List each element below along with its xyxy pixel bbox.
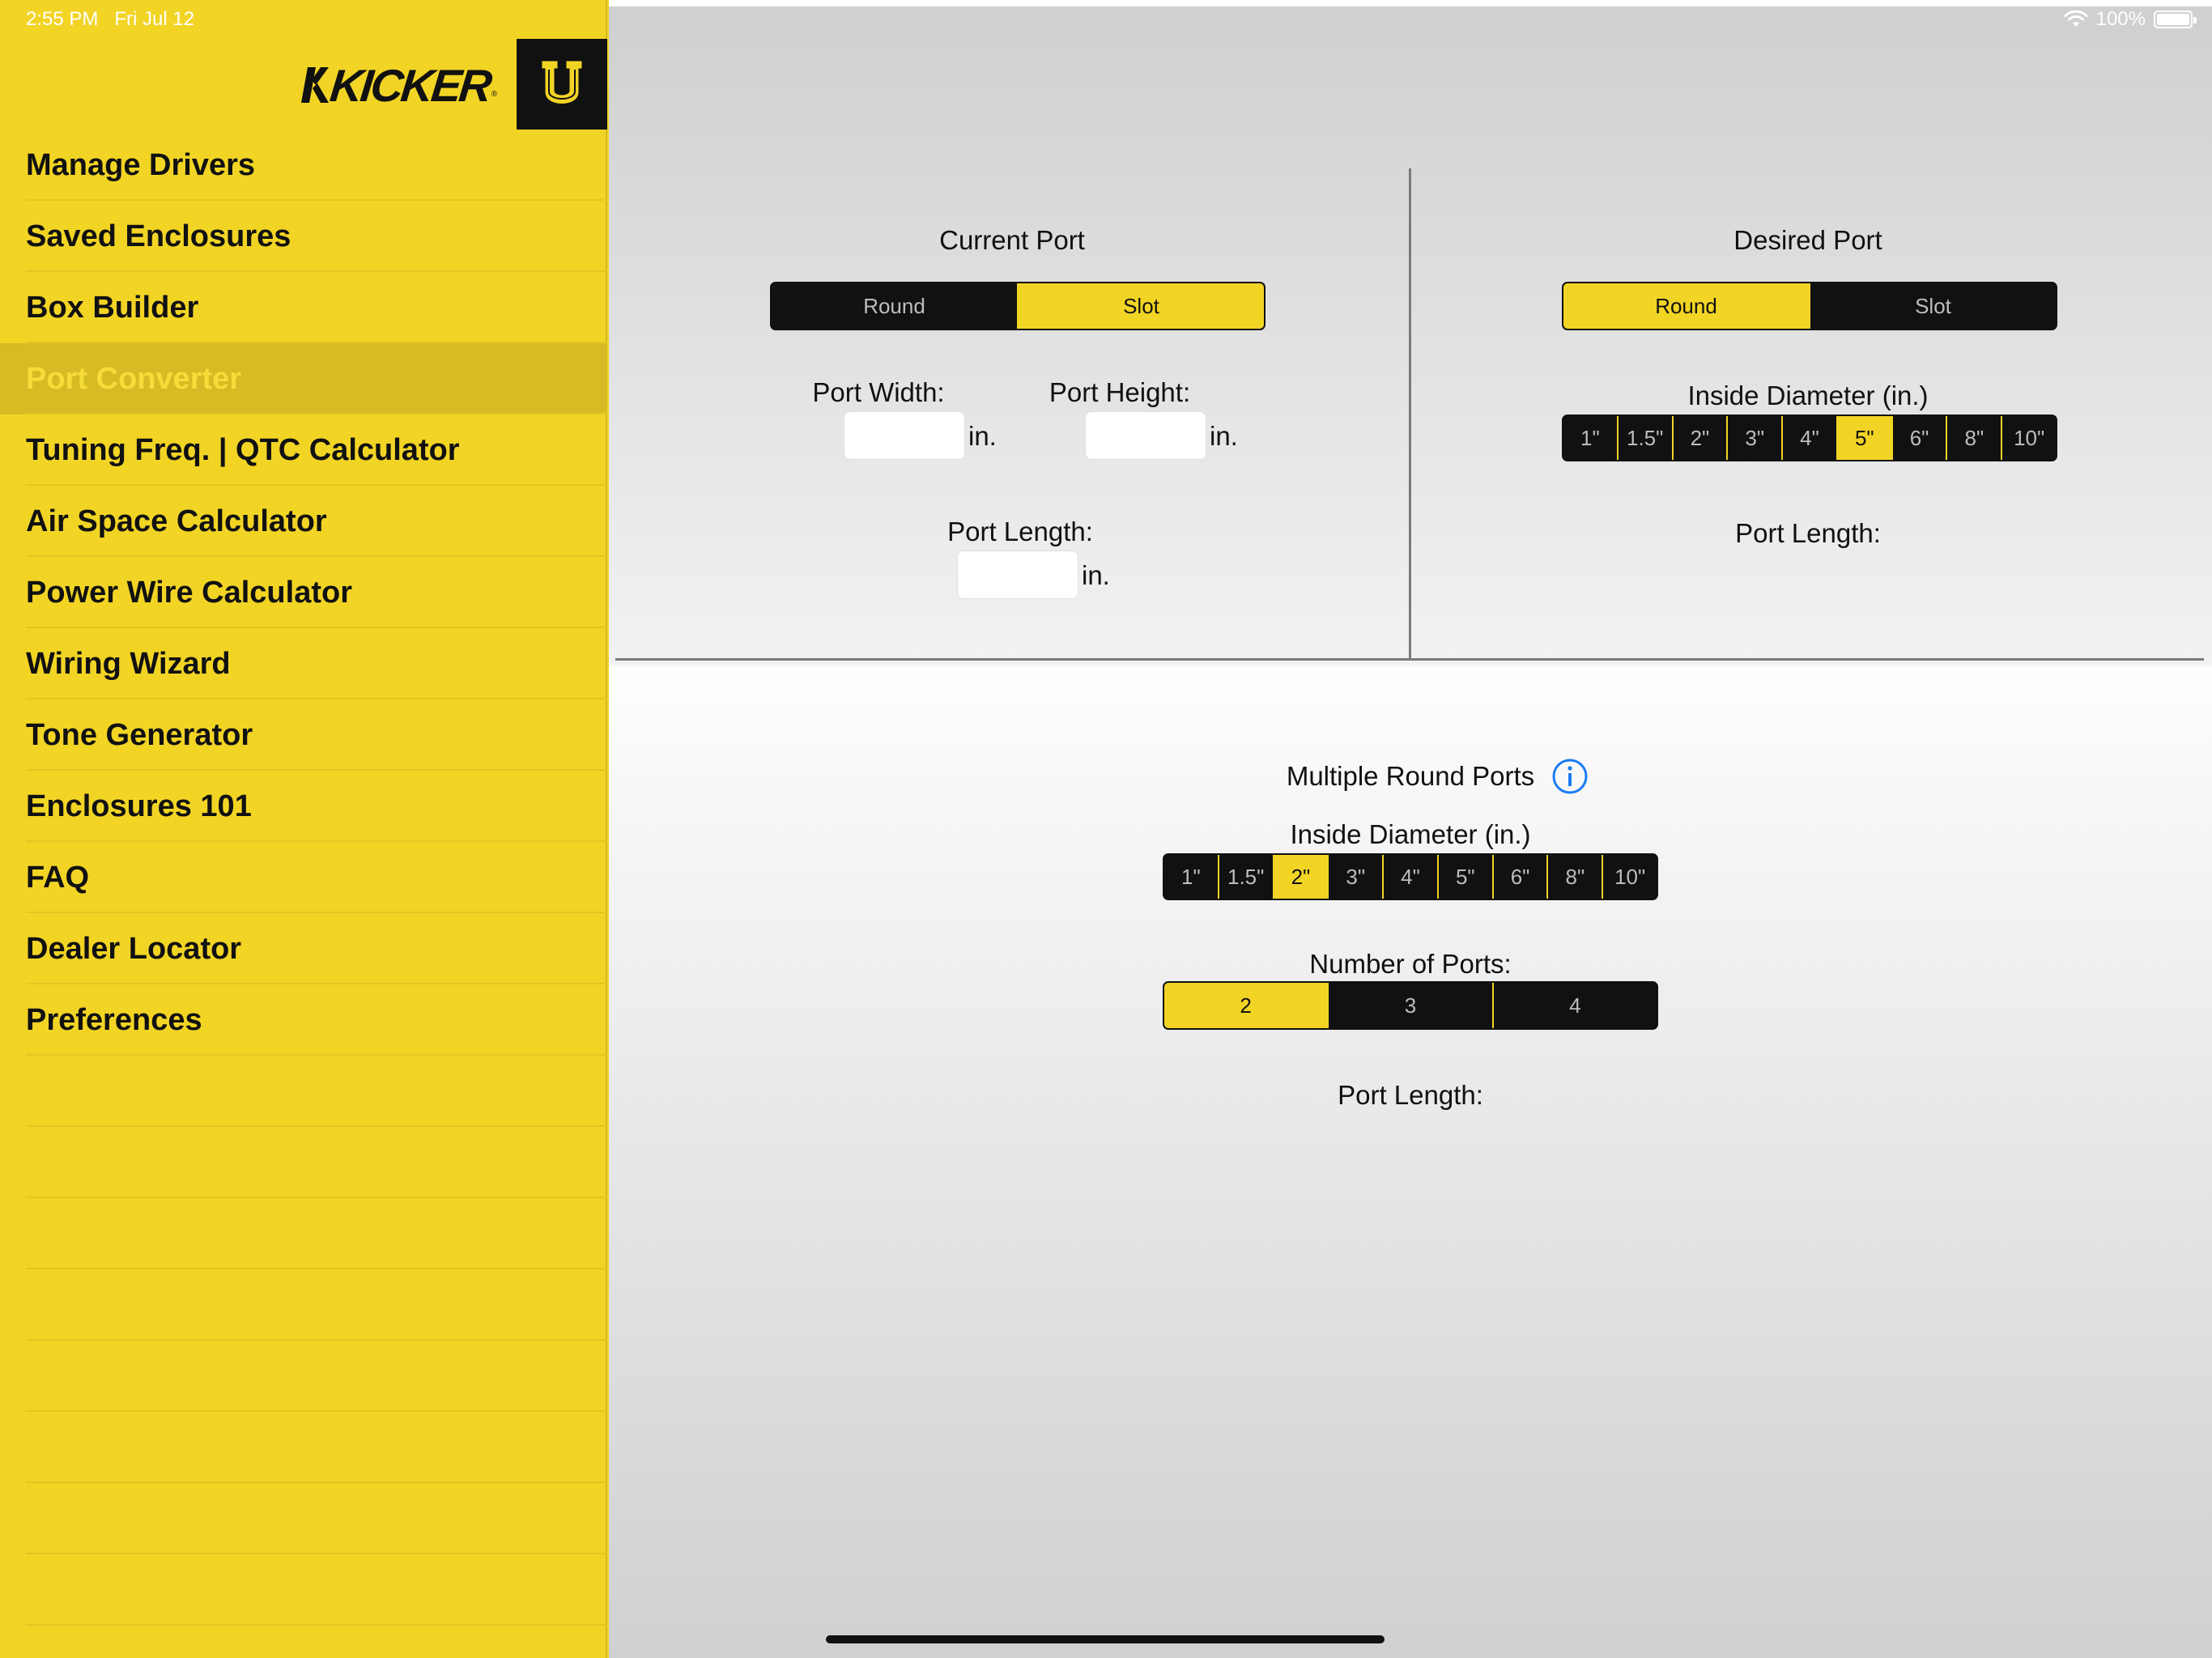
desired-diameter-3[interactable]: 3" [1726, 416, 1781, 460]
multiple-diameter-1-5[interactable]: 1.5" [1217, 855, 1273, 899]
port-width-unit: in. [968, 421, 997, 451]
sidebar-empty-row [0, 1127, 607, 1198]
kicker-logo: KICKER ® [301, 59, 498, 111]
desired-port-length-label: Port Length: [1735, 518, 1881, 548]
multiple-diameter-label: Inside Diameter (in.) [1290, 819, 1531, 849]
kicker-mark-icon [301, 67, 329, 103]
sidebar-item-preferences[interactable]: Preferences [0, 984, 607, 1056]
status-date: Fri Jul 12 [114, 8, 195, 30]
desired-diameter-5[interactable]: 5" [1836, 416, 1891, 460]
sidebar-empty-row [0, 1269, 607, 1341]
panel-divider-horizontal [615, 658, 2204, 661]
sidebar-item-manage-drivers[interactable]: Manage Drivers [0, 130, 607, 201]
registered-mark: ® [491, 90, 498, 99]
port-width-input[interactable] [844, 411, 965, 460]
u-badge-icon [542, 61, 582, 104]
sidebar-item-faq[interactable]: FAQ [0, 842, 607, 913]
sidebar-item-port-converter[interactable]: Port Converter [0, 343, 607, 414]
sidebar-item-air-space-calculator[interactable]: Air Space Calculator [0, 486, 607, 557]
multiple-diameter-3[interactable]: 3" [1327, 855, 1382, 899]
kicker-logo-text: KICKER [327, 59, 492, 111]
multiple-diameter-5[interactable]: 5" [1436, 855, 1492, 899]
sidebar-empty-row [0, 1554, 607, 1626]
desired-port-type-segmented: Round Slot [1562, 282, 2057, 330]
desired-diameter-10[interactable]: 10" [2001, 416, 2056, 460]
sidebar-empty-row [0, 1341, 607, 1412]
sidebar-item-power-wire-calculator[interactable]: Power Wire Calculator [0, 557, 607, 628]
desired-diameter-label: Inside Diameter (in.) [1687, 380, 1929, 410]
battery-icon [2154, 11, 2197, 28]
desired-port-title: Desired Port [1733, 225, 1882, 255]
status-bar-left: 2:55 PM Fri Jul 12 [26, 8, 194, 31]
current-port-type-segmented: Round Slot [770, 282, 1266, 330]
multiple-diameter-6[interactable]: 6" [1491, 855, 1547, 899]
port-height-label: Port Height: [1049, 377, 1191, 407]
top-strip [609, 0, 2212, 6]
sidebar-item-saved-enclosures[interactable]: Saved Enclosures [0, 201, 607, 272]
sidebar-empty-row [0, 1056, 607, 1127]
number-of-ports-label: Number of Ports: [1309, 949, 1512, 979]
desired-port-type-round[interactable]: Round [1563, 283, 1809, 329]
desired-diameter-2[interactable]: 2" [1671, 416, 1727, 460]
ports-count-4[interactable]: 4 [1491, 983, 1657, 1028]
university-badge[interactable] [517, 39, 607, 130]
port-length-input[interactable] [957, 551, 1078, 599]
wifi-icon [2064, 11, 2088, 27]
number-of-ports-segmented: 2 3 4 [1163, 981, 1658, 1030]
desired-diameter-6[interactable]: 6" [1891, 416, 1946, 460]
sidebar-empty-row [0, 1483, 607, 1554]
sidebar-empty-row [0, 1412, 607, 1483]
desired-port-type-slot[interactable]: Slot [1809, 283, 2056, 329]
multiple-diameter-8[interactable]: 8" [1546, 855, 1602, 899]
multiple-port-length-label: Port Length: [1338, 1080, 1483, 1110]
desired-diameter-8[interactable]: 8" [1946, 416, 2001, 460]
sidebar-item-box-builder[interactable]: Box Builder [0, 272, 607, 343]
desired-diameter-segmented: 1" 1.5" 2" 3" 4" 5" 6" 8" 10" [1562, 414, 2057, 461]
current-port-type-round[interactable]: Round [772, 283, 1017, 329]
sidebar-item-dealer-locator[interactable]: Dealer Locator [0, 913, 607, 984]
port-height-unit: in. [1210, 421, 1238, 451]
port-width-label: Port Width: [812, 377, 945, 407]
info-icon[interactable] [1551, 758, 1589, 795]
current-port-type-slot[interactable]: Slot [1017, 283, 1264, 329]
sidebar-menu: Manage Drivers Saved Enclosures Box Buil… [0, 130, 607, 1626]
multiple-diameter-segmented: 1" 1.5" 2" 3" 4" 5" 6" 8" 10" [1163, 853, 1658, 900]
sidebar-item-tuning-freq-qtc-calculator[interactable]: Tuning Freq. | QTC Calculator [0, 414, 607, 486]
home-indicator[interactable] [826, 1635, 1385, 1643]
status-bar-right: 100% [2064, 8, 2197, 31]
sidebar-item-wiring-wizard[interactable]: Wiring Wizard [0, 628, 607, 699]
multiple-diameter-10[interactable]: 10" [1602, 855, 1657, 899]
ports-count-2[interactable]: 2 [1164, 983, 1328, 1028]
current-port-title: Current Port [939, 225, 1085, 255]
desired-diameter-4[interactable]: 4" [1781, 416, 1836, 460]
multiple-diameter-1[interactable]: 1" [1164, 855, 1218, 899]
desired-diameter-1[interactable]: 1" [1563, 416, 1617, 460]
multiple-diameter-4[interactable]: 4" [1382, 855, 1437, 899]
sidebar-item-enclosures-101[interactable]: Enclosures 101 [0, 771, 607, 842]
port-length-unit: in. [1082, 560, 1110, 590]
port-height-input[interactable] [1085, 411, 1206, 460]
battery-percent: 100% [2095, 8, 2146, 30]
current-port-length-label: Port Length: [947, 517, 1093, 546]
status-time: 2:55 PM [26, 8, 99, 30]
desired-diameter-1-5[interactable]: 1.5" [1616, 416, 1672, 460]
brand-header: KICKER ® [0, 39, 607, 130]
multiple-round-ports-title: Multiple Round Ports [1286, 761, 1535, 791]
sidebar-empty-row [0, 1198, 607, 1269]
multiple-diameter-2[interactable]: 2" [1272, 855, 1328, 899]
sidebar-item-tone-generator[interactable]: Tone Generator [0, 699, 607, 771]
port-converter-main: 100% Current Port Round Slot Port Width:… [609, 0, 2212, 1658]
sidebar: 2:55 PM Fri Jul 12 KICKER ® Manage Driver… [0, 0, 607, 1658]
ports-count-3[interactable]: 3 [1327, 983, 1491, 1028]
